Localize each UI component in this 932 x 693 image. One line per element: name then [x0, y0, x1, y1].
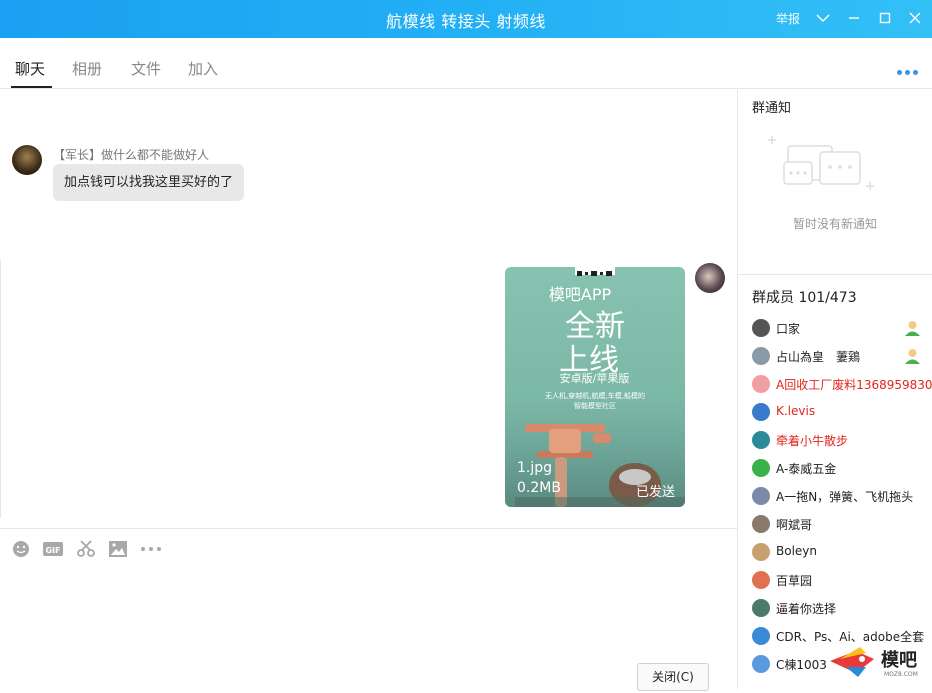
member-name: 逼着你选择	[776, 602, 837, 616]
member-item[interactable]: A一拖N，弹簧、飞机拖头	[752, 486, 932, 506]
avatar[interactable]	[752, 403, 770, 421]
minimize-icon[interactable]	[845, 9, 863, 27]
message-bubble[interactable]: 加点钱可以找我这里买好的了	[53, 164, 245, 201]
members-title: 群成员 101/473	[752, 290, 857, 306]
maximize-icon[interactable]	[876, 9, 894, 27]
admin-badge-icon	[904, 347, 921, 364]
close-icon[interactable]	[906, 9, 924, 27]
avatar[interactable]	[752, 319, 770, 337]
admin-badge-icon	[904, 319, 921, 336]
member-item[interactable]: 百草园	[752, 570, 932, 590]
gif-icon[interactable]: GIF	[43, 540, 63, 558]
avatar[interactable]	[752, 571, 770, 589]
active-tab-indicator	[11, 86, 52, 88]
divider	[738, 274, 932, 275]
close-button[interactable]: 关闭(C)	[637, 663, 709, 691]
avatar[interactable]	[752, 543, 770, 561]
avatar[interactable]	[752, 431, 770, 449]
input-area[interactable]: GIF 关闭(C)	[0, 528, 737, 691]
avatar[interactable]	[752, 487, 770, 505]
notice-empty-text: 暂时没有新通知	[792, 217, 877, 231]
watermark-subtext: MOZ8.COM	[884, 671, 918, 678]
member-item[interactable]: 逼着你选择	[752, 598, 932, 618]
sent-status: 已发送	[636, 485, 676, 500]
watermark-text: 模吧	[881, 650, 917, 671]
poster-text: 无人机,穿越机,航模,车模,船模的	[545, 392, 645, 400]
divider	[0, 260, 1, 518]
member-name: K.levis	[776, 404, 816, 418]
avatar[interactable]	[752, 655, 770, 673]
poster-text: 安卓版/苹果版	[559, 372, 630, 385]
member-name: Boleyn	[776, 544, 817, 558]
member-item[interactable]: 啊斌哥	[752, 514, 932, 534]
more-options-icon[interactable]	[897, 64, 921, 75]
member-item[interactable]: A回收工厂废料13689598300	[752, 374, 932, 394]
member-item[interactable]: 占山為皇 萋鶏	[752, 346, 932, 366]
avatar[interactable]	[752, 515, 770, 533]
file-name: 1.jpg	[517, 460, 553, 476]
tab-chat[interactable]: 聊天	[15, 58, 45, 79]
member-name: 百草园	[776, 574, 813, 588]
message-sender: 【军长】做什么都不能做好人	[53, 148, 210, 162]
image-icon[interactable]	[108, 540, 128, 558]
avatar[interactable]	[752, 627, 770, 645]
chat-area: 【军长】做什么都不能做好人 加点钱可以找我这里买好的了 模吧APP 全新 上线 …	[0, 90, 737, 528]
tab-album[interactable]: 相册	[72, 58, 102, 79]
member-item[interactable]: 口家	[752, 318, 932, 338]
image-message[interactable]: 模吧APP 全新 上线 安卓版/苹果版 无人机,穿越机,航模,车模,船模的 智能…	[505, 267, 685, 507]
avatar[interactable]	[752, 375, 770, 393]
member-item[interactable]: 牵着小牛散步	[752, 430, 932, 450]
svg-text:GIF: GIF	[45, 546, 60, 555]
notice-title: 群通知	[752, 101, 792, 116]
emoji-icon[interactable]	[11, 540, 31, 558]
avatar[interactable]	[752, 599, 770, 617]
member-name: 牵着小牛散步	[776, 434, 849, 448]
watermark-logo: 模吧 MOZ8.COM	[826, 637, 932, 689]
qr-code	[575, 267, 615, 276]
title-bar: 航模线 转接头 射频线 举报	[0, 0, 932, 38]
more-icon[interactable]	[140, 540, 161, 558]
avatar[interactable]	[12, 145, 42, 175]
empty-notice-icon	[768, 136, 874, 190]
tab-files[interactable]: 文件	[131, 58, 161, 79]
member-item[interactable]: A-泰威五金	[752, 458, 932, 478]
avatar[interactable]	[752, 459, 770, 477]
member-item[interactable]: K.levis	[752, 402, 932, 422]
right-panel: 群通知 暂时没有新通知 群成员 101/473 口家占山為皇 萋鶏 A回收工厂废料…	[737, 90, 932, 689]
member-item[interactable]: Boleyn	[752, 542, 932, 562]
chevron-down-icon[interactable]	[814, 9, 832, 27]
avatar[interactable]	[752, 347, 770, 365]
avatar[interactable]	[695, 263, 725, 293]
file-size: 0.2MB	[517, 480, 561, 496]
member-name: 啊斌哥	[776, 518, 813, 532]
report-link[interactable]: 举报	[776, 10, 800, 27]
member-name: A一拖N，弹簧、飞机拖头	[776, 490, 914, 504]
scissors-icon[interactable]	[76, 540, 96, 558]
member-name: A-泰威五金	[776, 462, 837, 476]
tab-join[interactable]: 加入	[188, 58, 218, 79]
tab-bar: 聊天 相册 文件 加入	[0, 38, 932, 89]
member-name: A回收工厂废料13689598300	[776, 378, 932, 392]
